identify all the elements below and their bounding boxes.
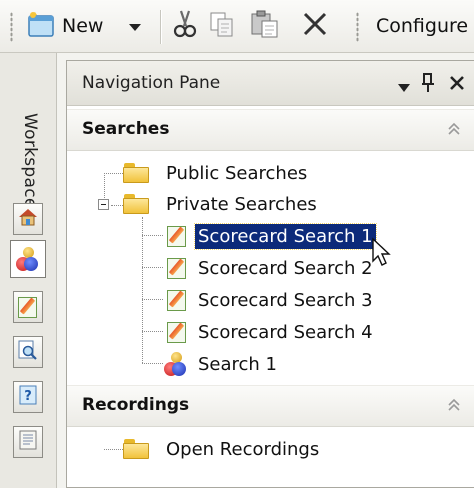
- tree-item-scorecard-search-2[interactable]: Scorecard Search 2: [165, 253, 376, 283]
- document-list-icon: [17, 429, 39, 455]
- tree-item-label: Public Searches: [166, 162, 308, 184]
- tree-item-public-searches[interactable]: Public Searches: [123, 158, 310, 188]
- collapse-node-icon[interactable]: [98, 199, 109, 210]
- scissors-icon: [172, 9, 198, 43]
- cut-button[interactable]: [172, 0, 198, 52]
- tree-item-scorecard-search-1[interactable]: Scorecard Search 1: [165, 221, 377, 251]
- tree-line: [142, 235, 163, 236]
- main-toolbar: New Configure: [0, 0, 474, 53]
- tree-line: [142, 363, 163, 364]
- delete-button[interactable]: [302, 0, 328, 52]
- recordings-section-header[interactable]: Recordings: [67, 385, 474, 427]
- tree-item-label: Scorecard Search 4: [198, 321, 373, 343]
- paste-button[interactable]: [250, 0, 280, 52]
- workspace-help-button[interactable]: ?: [13, 381, 43, 413]
- scorecard-icon: [165, 288, 189, 312]
- tree-item-scorecard-search-3[interactable]: Scorecard Search 3: [165, 285, 376, 315]
- workspace-scorecard-button[interactable]: [13, 291, 43, 323]
- toolbar-grip[interactable]: [10, 12, 13, 42]
- help-icon: ?: [17, 384, 39, 410]
- tree-item-search-1[interactable]: Search 1: [163, 349, 280, 379]
- folder-icon: [123, 163, 149, 183]
- tree-line: [142, 267, 163, 268]
- tree-line: [142, 331, 163, 332]
- close-x-icon: [302, 11, 328, 41]
- copy-icon: [208, 10, 236, 42]
- tree-item-label: Search 1: [198, 353, 278, 375]
- tree-item-label: Private Searches: [166, 193, 317, 215]
- collapse-chevron-icon[interactable]: [443, 118, 465, 140]
- new-button-label: New: [62, 15, 104, 37]
- searches-section-header[interactable]: Searches: [67, 109, 474, 151]
- workspace-search-button[interactable]: [10, 240, 46, 278]
- configure-button[interactable]: Configure: [376, 0, 468, 52]
- paste-icon: [250, 9, 280, 43]
- close-pane-icon[interactable]: [449, 75, 465, 95]
- collapse-chevron-icon[interactable]: [443, 394, 465, 416]
- tree-item-scorecard-search-4[interactable]: Scorecard Search 4: [165, 317, 376, 347]
- tree-item-open-recordings[interactable]: Open Recordings: [123, 434, 322, 464]
- tree-line: [111, 205, 123, 206]
- copy-button[interactable]: [208, 0, 236, 52]
- workspaces-bar: Workspaces ?: [0, 53, 57, 488]
- dropdown-arrow-icon: [128, 17, 142, 36]
- tree-item-label: Scorecard Search 3: [198, 289, 373, 311]
- scorecard-icon: [16, 295, 40, 319]
- tree-line: [142, 299, 163, 300]
- new-dropdown-button[interactable]: [128, 0, 142, 52]
- scorecard-icon: [165, 320, 189, 344]
- house-icon: [17, 206, 39, 232]
- toolbar-separator: [160, 10, 161, 44]
- workspace-report-search-button[interactable]: [13, 336, 43, 368]
- pane-menu-arrow-icon[interactable]: [397, 78, 411, 97]
- tree-line: [104, 449, 123, 450]
- svg-text:?: ?: [24, 389, 32, 404]
- workspace-home-button[interactable]: [13, 203, 43, 235]
- configure-button-label: Configure: [376, 15, 469, 37]
- scorecard-icon: [165, 224, 189, 248]
- new-button[interactable]: New: [26, 0, 103, 52]
- people-icon: [15, 246, 41, 272]
- tree-item-label: Scorecard Search 2: [198, 257, 373, 279]
- workspace-documents-button[interactable]: [13, 426, 43, 458]
- tree-item-private-searches[interactable]: Private Searches: [123, 189, 320, 219]
- searches-section-title: Searches: [82, 119, 170, 139]
- open-folder-icon: [123, 194, 149, 214]
- navigation-pane: Navigation Pane Searches Public Searches…: [66, 60, 474, 488]
- people-icon: [163, 351, 189, 377]
- pin-icon[interactable]: [421, 73, 435, 97]
- scorecard-icon: [165, 256, 189, 280]
- tree-item-label: Scorecard Search 1: [194, 222, 377, 250]
- toolbar-grip[interactable]: [356, 12, 359, 42]
- tree-line: [142, 217, 143, 363]
- mouse-cursor-icon: [371, 237, 393, 271]
- folder-icon: [123, 439, 149, 459]
- new-window-icon: [26, 12, 56, 40]
- tree-line: [104, 173, 123, 174]
- navigation-pane-header: Navigation Pane: [67, 61, 474, 106]
- magnifier-document-icon: [17, 339, 39, 365]
- tree-item-label: Open Recordings: [166, 438, 320, 460]
- recordings-section-title: Recordings: [82, 395, 190, 415]
- navigation-pane-title: Navigation Pane: [82, 73, 221, 93]
